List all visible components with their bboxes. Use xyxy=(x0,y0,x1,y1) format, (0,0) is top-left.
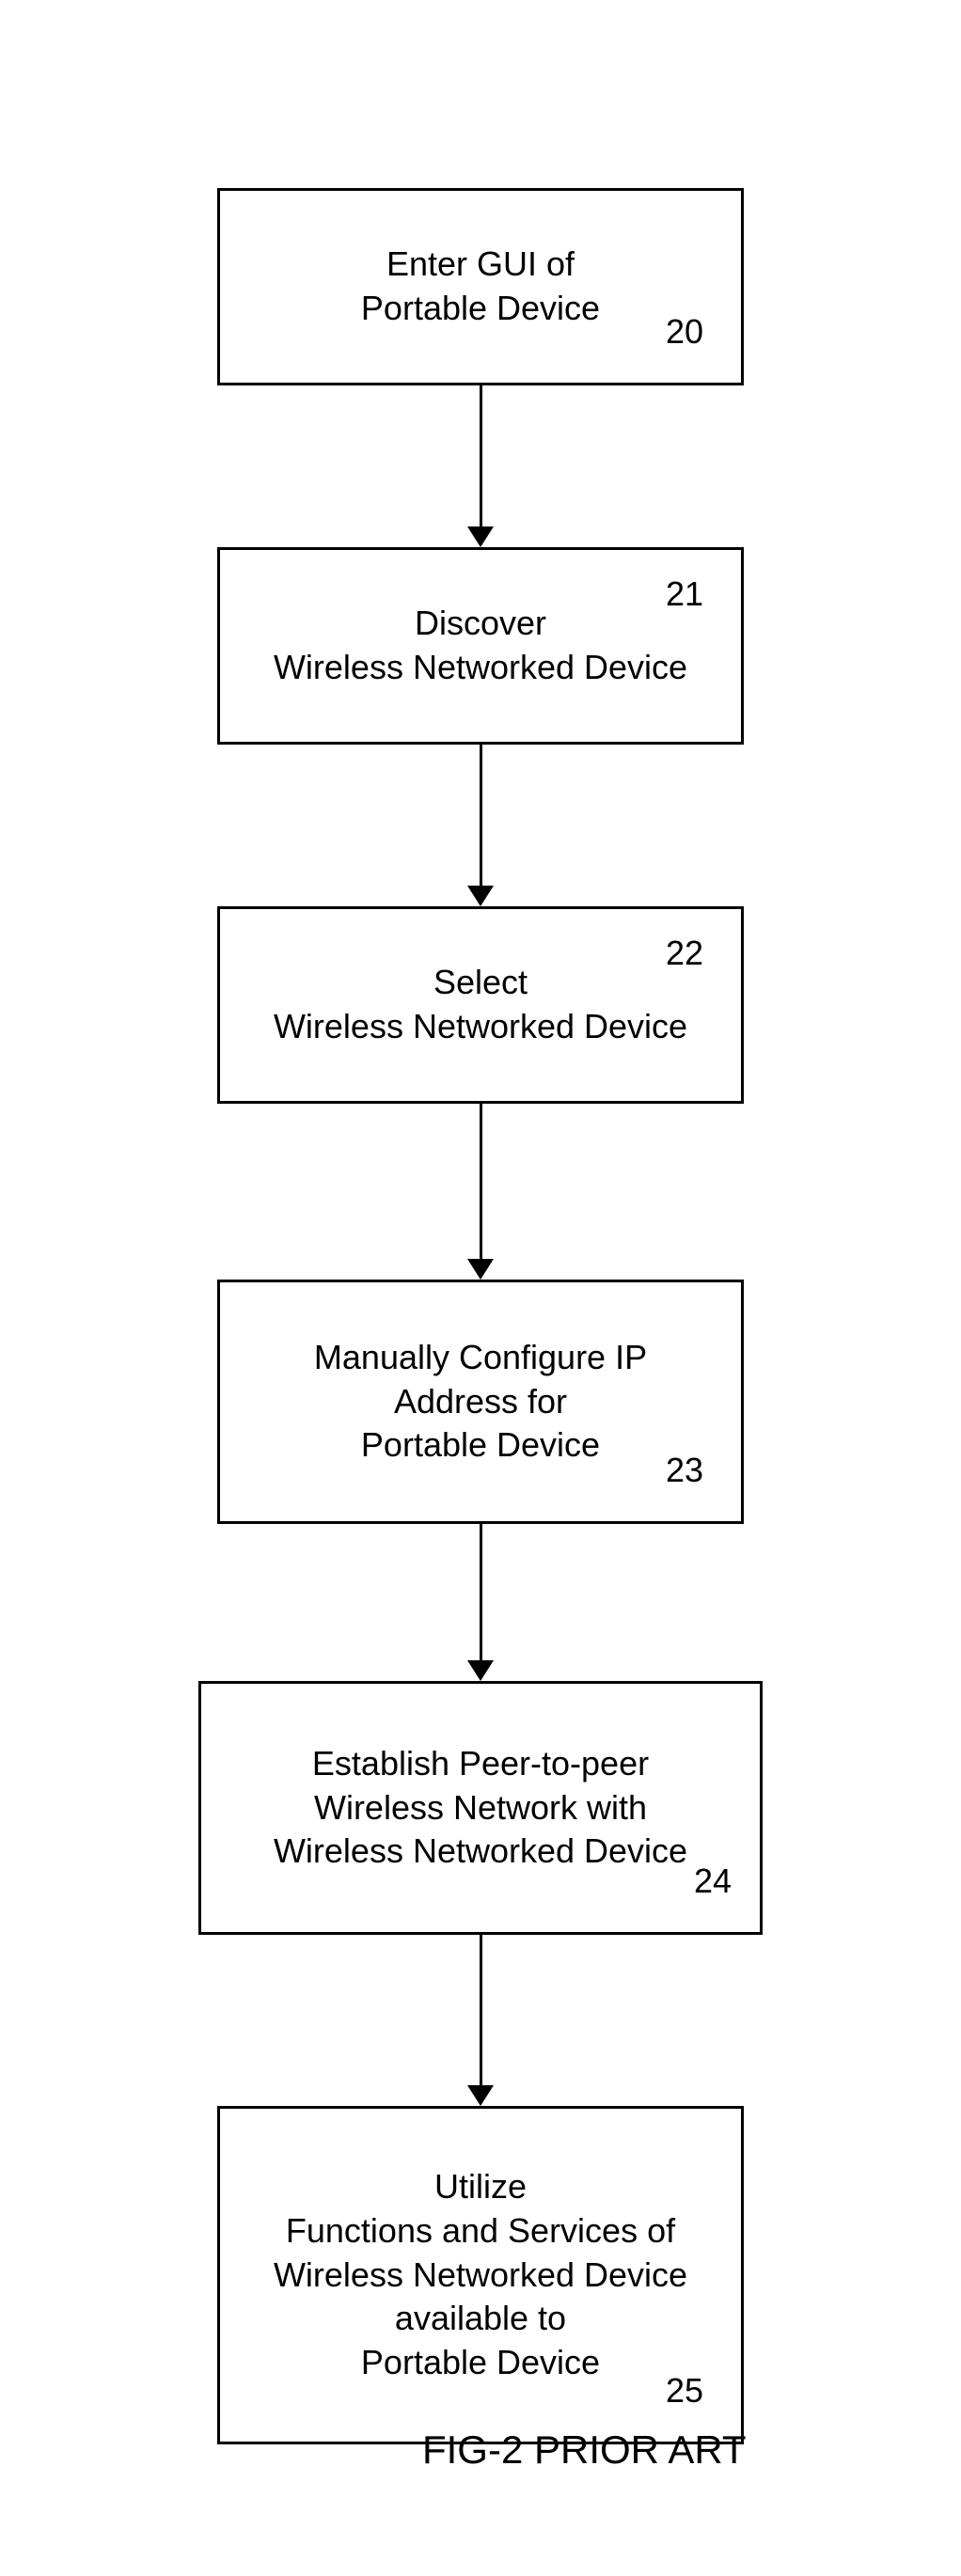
step-number: 23 xyxy=(666,1449,703,1493)
step-number: 20 xyxy=(666,310,703,354)
step-line: Wireless Network with xyxy=(274,1786,687,1830)
step-line: Wireless Networked Device xyxy=(274,2254,687,2298)
arrow-icon xyxy=(467,1935,494,2106)
step-number: 21 xyxy=(666,573,703,617)
step-line: Portable Device xyxy=(314,1423,647,1468)
step-box-22: Select Wireless Networked Device 22 xyxy=(217,906,744,1104)
step-line: available to xyxy=(274,2297,687,2341)
step-number: 22 xyxy=(666,932,703,976)
step-line: Portable Device xyxy=(274,2341,687,2385)
step-line: Utilize xyxy=(274,2165,687,2209)
step-line: Manually Configure IP xyxy=(314,1336,647,1380)
arrow-icon xyxy=(467,1104,494,1280)
step-text: Discover Wireless Networked Device xyxy=(274,602,687,690)
step-box-24: Establish Peer-to-peer Wireless Network … xyxy=(198,1681,763,1935)
step-line: Establish Peer-to-peer xyxy=(274,1742,687,1786)
arrow-icon xyxy=(467,385,494,547)
step-box-23: Manually Configure IP Address for Portab… xyxy=(217,1280,744,1524)
flowchart: Enter GUI of Portable Device 20 Discover… xyxy=(198,188,763,2444)
step-text: Enter GUI of Portable Device xyxy=(361,243,600,331)
arrow-icon xyxy=(467,1524,494,1681)
step-line: Select xyxy=(274,961,687,1005)
step-box-25: Utilize Functions and Services of Wirele… xyxy=(217,2106,744,2444)
step-line: Portable Device xyxy=(361,287,600,331)
step-line: Address for xyxy=(314,1380,647,1424)
step-text: Select Wireless Networked Device xyxy=(274,961,687,1049)
step-line: Enter GUI of xyxy=(361,243,600,287)
step-line: Discover xyxy=(274,602,687,646)
arrow-icon xyxy=(467,745,494,906)
step-text: Establish Peer-to-peer Wireless Network … xyxy=(274,1742,687,1874)
step-text: Utilize Functions and Services of Wirele… xyxy=(274,2165,687,2385)
step-line: Wireless Networked Device xyxy=(274,646,687,690)
step-line: Wireless Networked Device xyxy=(274,1830,687,1874)
step-text: Manually Configure IP Address for Portab… xyxy=(314,1336,647,1468)
figure-caption: FIG-2 PRIOR ART xyxy=(422,2427,747,2473)
step-line: Functions and Services of xyxy=(274,2209,687,2254)
step-line: Wireless Networked Device xyxy=(274,1005,687,1049)
step-number: 24 xyxy=(694,1860,732,1904)
step-box-21: Discover Wireless Networked Device 21 xyxy=(217,547,744,745)
step-box-20: Enter GUI of Portable Device 20 xyxy=(217,188,744,385)
step-number: 25 xyxy=(666,2369,703,2413)
